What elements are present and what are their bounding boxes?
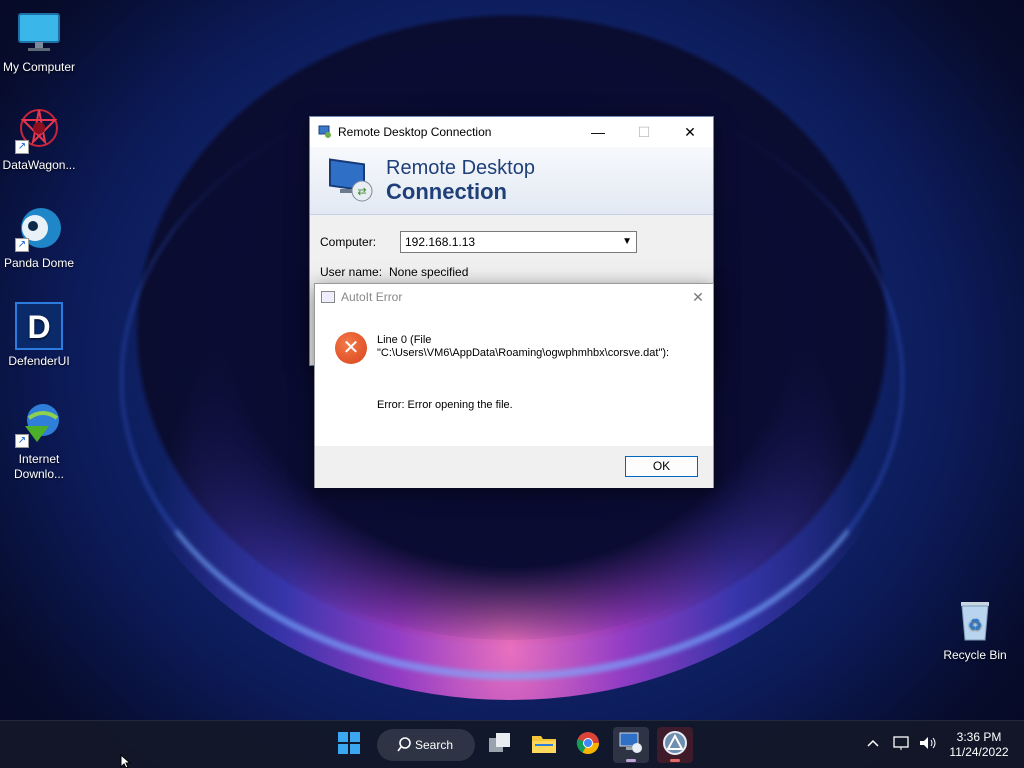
desktop-icon-panda-dome[interactable]: ↗ Panda Dome [0, 204, 78, 271]
desktop-icon-label: My Computer [2, 60, 76, 74]
globe-download-icon: ↗ [15, 400, 63, 448]
search-icon [397, 729, 411, 768]
search-label: Search [415, 738, 454, 752]
error-file-path: "C:\Users\VM6\AppData\Roaming\ogwphmhbx\… [377, 347, 670, 359]
error-icon: ✕ [335, 332, 367, 364]
show-hidden-icons-chevron-icon[interactable] [866, 735, 880, 754]
shortcut-arrow-icon: ↗ [15, 238, 29, 252]
computer-value: 192.168.1.13 [405, 235, 476, 249]
rdc-taskbar-button[interactable] [613, 727, 649, 763]
volume-icon[interactable] [918, 735, 938, 754]
desktop-icon-label: Internet Downlo... [13, 452, 65, 481]
autoit-error-dialog[interactable]: AutoIt Error ✕ ✕ Line 0 (File "C:\Users\… [314, 283, 714, 488]
autoit-app-icon [321, 291, 335, 303]
username-value: None specified [389, 265, 469, 279]
clock-time: 3:36 PM [956, 730, 1002, 744]
desktop-icon-datawagon[interactable]: ↗ DataWagon... [0, 106, 78, 173]
rdc-app-icon [318, 125, 332, 139]
rdc-logo-icon: ⇄ [326, 155, 376, 210]
defenderui-icon: D [15, 302, 63, 350]
shortcut-arrow-icon: ↗ [15, 434, 29, 448]
file-explorer-button[interactable] [526, 727, 562, 763]
desktop-icon-internet-download[interactable]: ↗ Internet Downlo... [0, 400, 78, 482]
desktop-icon-label: DefenderUI [8, 354, 70, 368]
close-button[interactable]: ✕ [683, 284, 713, 310]
username-row: User name: None specified [320, 265, 468, 279]
autoit-message-area: ✕ Line 0 (File "C:\Users\VM6\AppData\Roa… [315, 310, 713, 446]
clock-date: 11/24/2022 [949, 745, 1009, 759]
autoit-titlebar[interactable]: AutoIt Error ✕ [315, 284, 713, 310]
rdc-titlebar[interactable]: Remote Desktop Connection — ☐ ✕ [310, 117, 713, 147]
mouse-cursor-icon [120, 753, 132, 768]
error-line1: Line 0 (File [377, 334, 432, 346]
rdc-window-title: Remote Desktop Connection [338, 125, 492, 139]
desktop-icon-defenderui[interactable]: D DefenderUI [0, 302, 78, 369]
network-icon[interactable] [893, 735, 911, 754]
rdc-banner: ⇄ Remote Desktop Connection [310, 147, 713, 215]
desktop-icon-label: Recycle Bin [943, 648, 1007, 662]
autoit-icon [663, 730, 687, 760]
desktop-icon-my-computer[interactable]: My Computer [0, 8, 78, 75]
username-label: User name: [320, 265, 383, 279]
rdc-banner-line1: Remote Desktop [386, 157, 535, 179]
maximize-button: ☐ [637, 123, 651, 140]
svg-text:D: D [27, 309, 50, 345]
task-view-icon [488, 732, 512, 759]
close-button[interactable]: ✕ [667, 117, 713, 147]
error-message: Error: Error opening the file. [377, 399, 513, 411]
taskbar-search[interactable]: Search [377, 729, 475, 761]
rdc-icon [618, 731, 644, 760]
svg-text:♻: ♻ [968, 617, 982, 634]
task-view-button[interactable] [482, 727, 518, 763]
panda-icon: ↗ [15, 204, 63, 252]
recycle-bin-icon: ♻ [951, 596, 999, 644]
shortcut-arrow-icon: ↗ [15, 140, 29, 154]
desktop-icon-label: DataWagon... [2, 158, 76, 172]
svg-text:⇄: ⇄ [357, 186, 366, 198]
computer-row: Computer: 192.168.1.13 ▼ [320, 231, 650, 253]
computer-label: Computer: [320, 235, 377, 249]
running-indicator [626, 759, 636, 762]
windows-logo-icon [337, 731, 361, 760]
start-button[interactable] [331, 727, 367, 763]
minimize-button[interactable]: — [575, 117, 621, 147]
chrome-icon [576, 731, 600, 760]
ok-button[interactable]: OK [625, 456, 698, 477]
autoit-taskbar-button[interactable] [657, 727, 693, 763]
desktop-icon-recycle-bin[interactable]: ♻ Recycle Bin [936, 596, 1014, 663]
autoit-footer: OK [315, 446, 713, 488]
chrome-button[interactable] [570, 727, 606, 763]
datawagon-icon: ↗ [15, 106, 63, 154]
folder-icon [531, 732, 557, 759]
clock[interactable]: 3:36 PM 11/24/2022 [946, 730, 1012, 760]
running-indicator [670, 759, 680, 762]
chevron-down-icon[interactable]: ▼ [622, 232, 632, 252]
rdc-banner-line2: Connection [386, 179, 507, 204]
taskbar: Search 3:36 PM 11/24/2022 [0, 720, 1024, 768]
autoit-dialog-title: AutoIt Error [341, 290, 403, 304]
computer-combobox[interactable]: 192.168.1.13 ▼ [400, 231, 637, 253]
monitor-icon [15, 8, 63, 56]
desktop-icon-label: Panda Dome [3, 256, 75, 270]
